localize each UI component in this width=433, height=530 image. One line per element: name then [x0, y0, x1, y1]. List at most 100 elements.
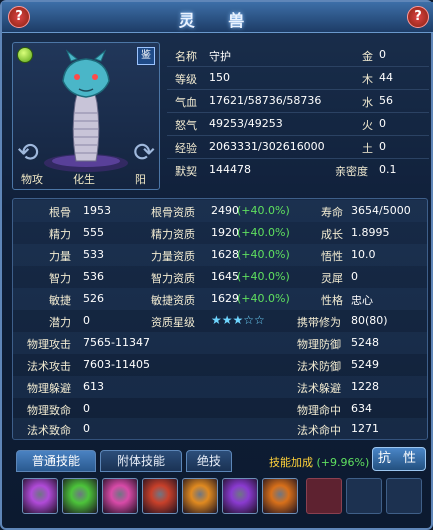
- info-value: 56: [379, 94, 393, 107]
- skill-slot-empty[interactable]: [346, 478, 382, 514]
- attr-value: 1.8995: [351, 226, 390, 239]
- info-row: 默契 144478 亲密度 0.1: [167, 159, 429, 181]
- combat-value: 0: [83, 422, 90, 435]
- attr-value: 10.0: [351, 248, 376, 261]
- pet-portrait-panel: 鉴 ⟲ ⟳ 物攻 化生 阳: [12, 42, 160, 190]
- rotate-left-icon[interactable]: ⟲: [17, 138, 39, 168]
- info-value: 2063331/302616000: [209, 140, 325, 153]
- combat-value: 613: [83, 380, 104, 393]
- title-bar[interactable]: ? 灵 兽 ?: [2, 2, 433, 33]
- combat-label: 法术致命: [27, 424, 71, 437]
- rotate-right-icon[interactable]: ⟳: [133, 138, 155, 168]
- attribute-row: 潜力 0 资质星级 ★★★☆☆ 携带修为 80(80): [13, 310, 427, 332]
- attr-value: 533: [83, 248, 104, 261]
- info-label: 默契: [175, 165, 197, 178]
- info-row: 名称 守护 金 0: [167, 44, 429, 67]
- attr-label: 根骨资质: [151, 206, 195, 219]
- skill-slot-4-icon[interactable]: [142, 478, 178, 514]
- attr-value: 555: [83, 226, 104, 239]
- combat-label: 物理致命: [27, 404, 71, 417]
- attr-label: 敏捷: [49, 294, 71, 307]
- info-label: 经验: [175, 142, 197, 155]
- skill-slot-2-icon[interactable]: [62, 478, 98, 514]
- skill-slot-3-icon[interactable]: [102, 478, 138, 514]
- skill-slot-empty[interactable]: [386, 478, 422, 514]
- attr-bonus: (+40.0%): [237, 248, 290, 261]
- attr-value: 0: [351, 270, 358, 283]
- skill-bonus-label: 技能加成: [269, 456, 313, 469]
- tab-ultimate-skills[interactable]: 绝技: [186, 450, 232, 472]
- attr-bonus: (+40.0%): [237, 204, 290, 217]
- attr-bonus: (+40.0%): [237, 292, 290, 305]
- tab-normal-skills[interactable]: 普通技能: [16, 450, 96, 472]
- physical-attack-toggle[interactable]: 物攻: [21, 171, 43, 187]
- attr-value: 536: [83, 270, 104, 283]
- attr-value: 526: [83, 292, 104, 305]
- attr-label: 根骨: [49, 206, 71, 219]
- skill-slot-6-icon[interactable]: [222, 478, 258, 514]
- close-button[interactable]: ?: [407, 6, 429, 28]
- skill-slot-locked[interactable]: [306, 478, 342, 514]
- pet-window: ? 灵 兽 ? 鉴 ⟲ ⟳ 物攻 化生 阳 名称 守护 金 0 等级 150 木…: [0, 0, 433, 530]
- attr-label: 成长: [321, 228, 343, 241]
- combat-label: 法术攻击: [27, 360, 71, 373]
- info-value: 44: [379, 71, 393, 84]
- window-title: 灵 兽: [178, 11, 259, 30]
- combat-row: 物理攻击 7565-11347 物理防御 5248: [13, 332, 427, 354]
- attribute-row: 智力 536 智力资质 1645 (+40.0%) 灵犀 0: [13, 266, 427, 288]
- attr-label: 敏捷资质: [151, 294, 195, 307]
- combat-label: 物理防御: [297, 338, 341, 351]
- attr-label: 精力: [49, 228, 71, 241]
- attribute-row: 根骨 1953 根骨资质 2490 (+40.0%) 寿命 3654/5000: [13, 200, 427, 222]
- combat-row: 物理躲避 613 法术躲避 1228: [13, 376, 427, 398]
- combat-label: 物理命中: [297, 404, 341, 417]
- skill-slot-5-icon[interactable]: [182, 478, 218, 514]
- tab-possession-skills[interactable]: 附体技能: [100, 450, 182, 472]
- transform-button[interactable]: 化生: [73, 171, 95, 187]
- attr-bonus: (+40.0%): [237, 270, 290, 283]
- attr-value: 0: [83, 314, 90, 327]
- info-row: 等级 150 木 44: [167, 67, 429, 90]
- info-label: 等级: [175, 73, 197, 86]
- info-row: 怒气 49253/49253 火 0: [167, 113, 429, 136]
- info-row: 气血 17621/58736/58736 水 56: [167, 90, 429, 113]
- combat-row: 法术致命 0 法术命中 1271: [13, 418, 427, 440]
- combat-label: 法术防御: [297, 360, 341, 373]
- attribute-row: 敏捷 526 敏捷资质 1629 (+40.0%) 性格 忠心: [13, 288, 427, 310]
- combat-label: 法术躲避: [297, 382, 341, 395]
- attr-label: 性格: [321, 294, 343, 307]
- attr-label: 灵犀: [321, 272, 343, 285]
- info-label: 气血: [175, 96, 197, 109]
- skill-slot-7-icon[interactable]: [262, 478, 298, 514]
- attr-value: 1645: [211, 270, 239, 283]
- combat-value: 1271: [351, 422, 379, 435]
- skill-slot-1-icon[interactable]: [22, 478, 58, 514]
- info-value: 49253/49253: [209, 117, 283, 130]
- combat-value: 1228: [351, 380, 379, 393]
- attr-bonus: (+40.0%): [237, 226, 290, 239]
- attr-value: 忠心: [351, 294, 373, 307]
- combat-value: 7565-11347: [83, 336, 150, 349]
- attr-label: 资质星级: [151, 316, 195, 329]
- attr-label: 潜力: [49, 316, 71, 329]
- combat-label: 物理躲避: [27, 382, 71, 395]
- attr-label: 寿命: [321, 206, 343, 219]
- skill-bonus-value: (+9.96%): [316, 456, 370, 469]
- resistance-button[interactable]: 抗 性: [372, 447, 426, 471]
- yang-toggle[interactable]: 阳: [135, 171, 146, 187]
- info-value: 0: [379, 48, 386, 61]
- info-label: 火: [362, 119, 373, 132]
- attr-value: 1629: [211, 292, 239, 305]
- info-label: 亲密度: [335, 165, 368, 178]
- combat-label: 物理攻击: [27, 338, 71, 351]
- info-label: 水: [362, 96, 373, 109]
- info-value: 150: [209, 71, 230, 84]
- info-row: 经验 2063331/302616000 土 0: [167, 136, 429, 159]
- attribute-row: 精力 555 精力资质 1920 (+40.0%) 成长 1.8995: [13, 222, 427, 244]
- attr-value: 1628: [211, 248, 239, 261]
- attr-label: 智力资质: [151, 272, 195, 285]
- skill-bonus: 技能加成 (+9.96%): [269, 454, 369, 470]
- attr-label: 精力资质: [151, 228, 195, 241]
- info-label: 名称: [175, 50, 197, 63]
- combat-value: 5249: [351, 358, 379, 371]
